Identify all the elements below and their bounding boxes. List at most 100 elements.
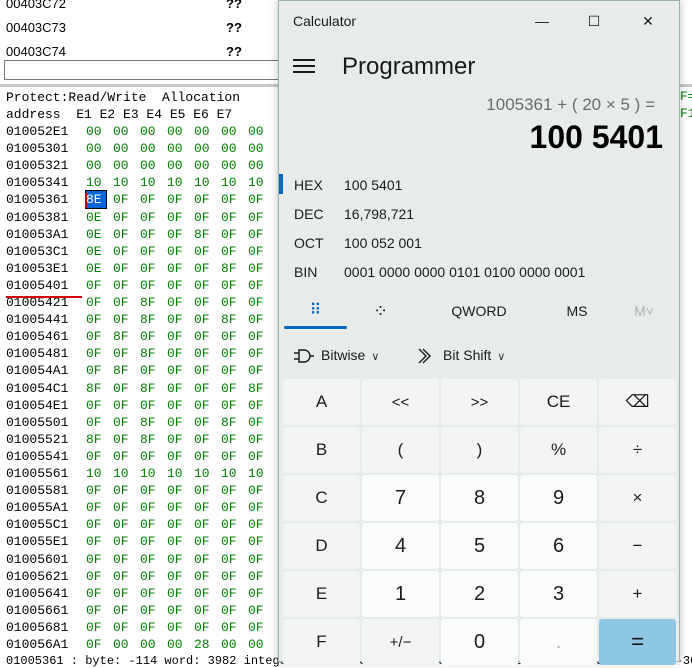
- dump-byte[interactable]: 0F: [194, 499, 221, 516]
- dump-byte[interactable]: 0F: [221, 551, 248, 568]
- dump-byte[interactable]: 0F: [248, 585, 275, 602]
- dump-byte[interactable]: 0F: [167, 380, 194, 397]
- dump-byte[interactable]: 0F: [86, 397, 113, 414]
- close-paren-button[interactable]: ): [441, 427, 518, 473]
- dump-byte[interactable]: 0F: [140, 397, 167, 414]
- address-row[interactable]: 00403C72??: [6, 0, 242, 14]
- key-d[interactable]: D: [283, 523, 360, 569]
- radix-row-dec[interactable]: DEC 16,798,721: [279, 200, 679, 228]
- dump-byte[interactable]: 0F: [86, 482, 113, 499]
- dump-byte[interactable]: 0F: [221, 499, 248, 516]
- dump-byte[interactable]: 0F: [86, 345, 113, 362]
- key-c[interactable]: C: [283, 475, 360, 521]
- key-e[interactable]: E: [283, 571, 360, 617]
- dump-byte[interactable]: 0F: [140, 260, 167, 277]
- dump-byte[interactable]: 0F: [86, 328, 113, 345]
- dump-byte[interactable]: 0F: [248, 482, 275, 499]
- dump-byte[interactable]: 8F: [86, 380, 113, 397]
- dump-byte[interactable]: 0F: [86, 448, 113, 465]
- dump-byte[interactable]: 0F: [221, 482, 248, 499]
- dump-byte[interactable]: 00: [113, 636, 140, 653]
- dump-byte[interactable]: 0F: [113, 294, 140, 311]
- dump-byte[interactable]: 0E: [86, 243, 113, 260]
- dump-byte[interactable]: 10: [167, 465, 194, 482]
- dump-byte[interactable]: 0F: [221, 602, 248, 619]
- dump-byte[interactable]: 00: [86, 123, 113, 140]
- dump-byte[interactable]: 0F: [113, 345, 140, 362]
- dump-byte[interactable]: 0F: [221, 568, 248, 585]
- dump-byte[interactable]: 0F: [140, 568, 167, 585]
- key-b[interactable]: B: [283, 427, 360, 473]
- divide-button[interactable]: ÷: [599, 427, 676, 473]
- dump-byte[interactable]: 0E: [86, 209, 113, 226]
- dump-byte[interactable]: 0F: [248, 362, 275, 379]
- dump-byte[interactable]: 00: [113, 140, 140, 157]
- dump-byte[interactable]: 0F: [113, 448, 140, 465]
- dump-byte[interactable]: 0F: [167, 397, 194, 414]
- dump-byte[interactable]: 0F: [221, 431, 248, 448]
- dump-byte[interactable]: 0F: [86, 568, 113, 585]
- dump-byte[interactable]: 0F: [194, 294, 221, 311]
- dump-byte[interactable]: 0F: [248, 191, 275, 208]
- dump-byte[interactable]: 00: [140, 636, 167, 653]
- dump-byte[interactable]: 0F: [113, 602, 140, 619]
- dump-byte[interactable]: 0F: [194, 311, 221, 328]
- dump-byte[interactable]: 0F: [86, 619, 113, 636]
- dump-byte[interactable]: 0F: [248, 448, 275, 465]
- dump-byte[interactable]: 00: [221, 157, 248, 174]
- dump-byte[interactable]: 0F: [86, 516, 113, 533]
- dump-byte[interactable]: 8F: [113, 362, 140, 379]
- dump-byte[interactable]: 0E: [86, 226, 113, 243]
- dump-byte[interactable]: 0F: [194, 328, 221, 345]
- dump-byte[interactable]: 0F: [221, 277, 248, 294]
- dump-byte[interactable]: 0F: [167, 482, 194, 499]
- dump-byte[interactable]: 00: [221, 140, 248, 157]
- dump-byte[interactable]: 00: [248, 123, 275, 140]
- digit-5-button[interactable]: 5: [441, 523, 518, 569]
- dump-byte[interactable]: 8F: [248, 380, 275, 397]
- dump-byte[interactable]: 0F: [113, 397, 140, 414]
- selected-byte[interactable]: 8E: [85, 190, 107, 210]
- dump-byte[interactable]: 0F: [194, 380, 221, 397]
- dump-byte[interactable]: 00: [86, 140, 113, 157]
- digit-9-button[interactable]: 9: [520, 475, 597, 521]
- backspace-button[interactable]: ⌫: [599, 379, 676, 425]
- dump-byte[interactable]: 00: [140, 123, 167, 140]
- dump-byte[interactable]: 00: [194, 157, 221, 174]
- dump-byte[interactable]: 0F: [113, 533, 140, 550]
- dump-byte[interactable]: 0F: [194, 448, 221, 465]
- dump-byte[interactable]: 0F: [248, 294, 275, 311]
- dump-byte[interactable]: 0F: [167, 551, 194, 568]
- title-bar[interactable]: Calculator — ☐ ✕: [279, 1, 679, 41]
- dump-byte[interactable]: 0F: [140, 448, 167, 465]
- dump-byte[interactable]: 0F: [194, 277, 221, 294]
- dump-byte[interactable]: 0F: [86, 533, 113, 550]
- dump-byte[interactable]: 0F: [248, 345, 275, 362]
- dump-byte[interactable]: 0F: [113, 260, 140, 277]
- dump-byte[interactable]: 0F: [221, 380, 248, 397]
- dump-byte[interactable]: 0F: [194, 345, 221, 362]
- dump-byte[interactable]: 0F: [221, 533, 248, 550]
- dump-byte[interactable]: 0F: [221, 209, 248, 226]
- dump-byte[interactable]: 0F: [167, 448, 194, 465]
- dump-byte[interactable]: 0F: [248, 533, 275, 550]
- dump-byte[interactable]: 00: [140, 157, 167, 174]
- dump-byte[interactable]: 28: [194, 636, 221, 653]
- dump-byte[interactable]: 0F: [194, 619, 221, 636]
- dump-byte[interactable]: 0F: [113, 226, 140, 243]
- dump-byte[interactable]: 00: [248, 636, 275, 653]
- dump-byte[interactable]: 0F: [221, 191, 248, 208]
- dump-byte[interactable]: 0F: [140, 226, 167, 243]
- dump-byte[interactable]: 10: [140, 465, 167, 482]
- dump-byte[interactable]: 0F: [248, 311, 275, 328]
- dump-byte[interactable]: 10: [248, 174, 275, 191]
- full-keypad-icon[interactable]: ⠿: [284, 291, 347, 331]
- dump-byte[interactable]: 0F: [140, 533, 167, 550]
- dump-byte[interactable]: 0F: [248, 499, 275, 516]
- dump-byte[interactable]: 0F: [248, 568, 275, 585]
- dump-byte[interactable]: 8F: [140, 414, 167, 431]
- add-button[interactable]: +: [599, 571, 676, 617]
- dump-byte[interactable]: 0F: [167, 328, 194, 345]
- dump-byte[interactable]: 0F: [194, 551, 221, 568]
- dump-byte[interactable]: 0F: [221, 619, 248, 636]
